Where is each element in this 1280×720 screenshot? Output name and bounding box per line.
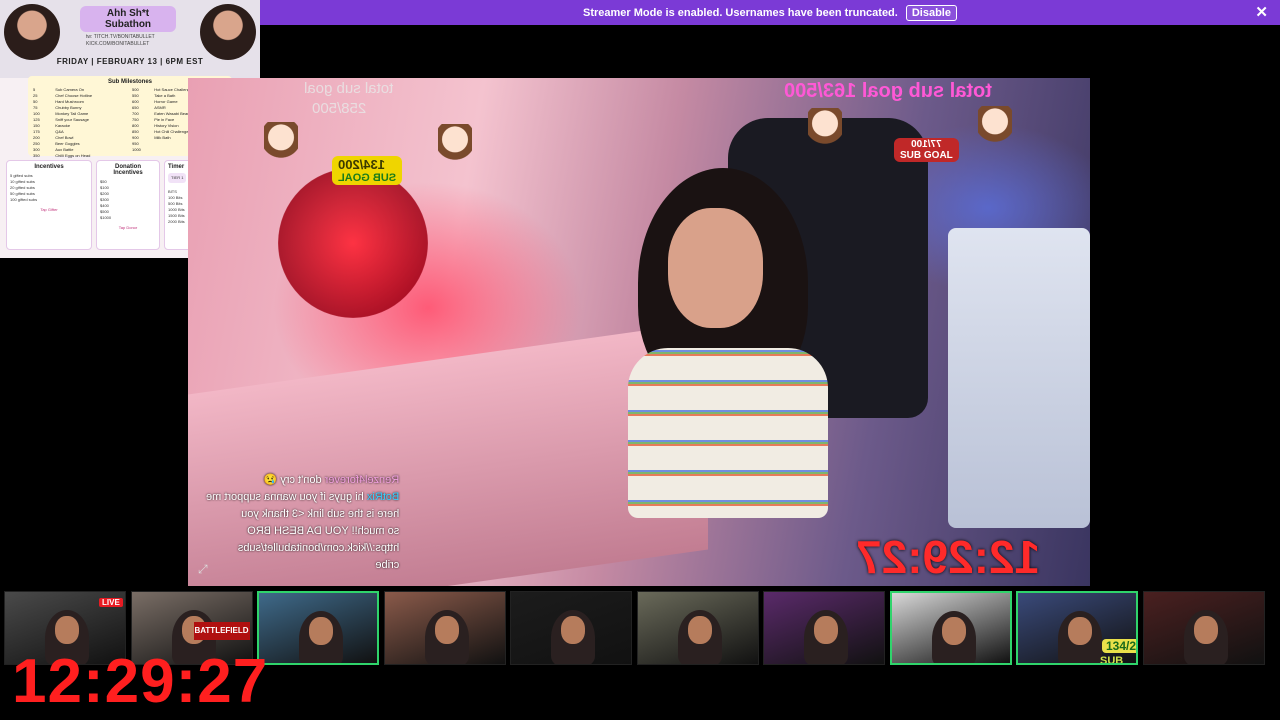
streamer-mode-message: Streamer Mode is enabled. Usernames have… [583,6,898,19]
donation-incentives-box: Donation Incentives $50 $100 $200 $300 $400 $… [96,160,160,250]
streamer-silhouette [1058,611,1102,663]
schedule-title: Ahh Sh*t Subathon [80,6,176,32]
avatar [4,4,60,60]
close-icon[interactable]: ✕ [1255,3,1268,21]
streamer-silhouette [424,610,469,664]
milestones-column: 500 550 600 650 700 750 800 850 900 950 1000 [132,87,150,171]
chat-message: BotRix hi guys if you wanna support me [206,489,399,506]
chat-text: cribe [375,559,400,571]
stream-thumbnail[interactable] [510,591,632,665]
avatar [200,4,256,60]
streamer-silhouette [551,610,595,664]
streamer-silhouette [931,611,976,663]
schedule-handles: tw: TITCH.TV/BONITABULLET KICK.COM/BONIT… [86,34,155,47]
chat-message: so much!! YOU DA BESH BRO [206,523,399,540]
streamer-silhouette [299,611,343,663]
stream-video[interactable]: total sub goal 258/500 total sub goal 16… [188,78,1090,586]
total-sub-goal-mirrored: total sub goal 258/500 [304,80,394,117]
chat-message: cribe [206,557,399,574]
chat-text: https://kick.com/bonitabullet/subs [237,542,400,554]
donation-item: $1000 [100,215,112,220]
chat-overlay: Renzel4forever don't cry 😢 BotRix hi guys… [206,472,399,574]
streamer-silhouette [1183,610,1228,664]
stream-thumbnail[interactable] [257,591,379,665]
chibi-sticker [264,122,298,166]
chat-username: Renzel4forever [321,474,400,486]
game-banner: BATTLEFIELD [193,622,250,640]
stream-thumbnail[interactable] [763,591,885,665]
timer-tier: TIER 1 [168,173,187,183]
schedule-header: Ahh Sh*t Subathon tw: TITCH.TV/BONITABUL… [0,0,260,78]
sub-goal-badge: 134/200 SUB GOAL [332,156,403,185]
incentive-item: 100 gifted subs [10,197,38,202]
streamer-silhouette [804,610,848,664]
chat-username: BotRix [363,491,400,503]
incentives-box: Incentives 5 gifted subs 10 gifted subs 20… [6,160,92,250]
chibi-sticker [808,108,842,152]
streamer-silhouette [677,610,722,664]
chat-message: https://kick.com/bonitabullet/subs [206,540,399,557]
schedule-date: FRIDAY | FEBRUARY 13 | 6PM EST [56,57,204,66]
stream-thumbnail[interactable] [889,591,1012,665]
sub-goal-badge: 134/200 [1102,639,1136,653]
chibi-sticker [978,106,1012,150]
decor-heart [278,168,428,318]
streamer-mode-banner: Streamer Mode is enabled. Usernames have… [260,0,1280,25]
stream-thumbnail[interactable]: 134/200 SUB GOAL [1016,591,1138,665]
chat-message: Renzel4forever don't cry 😢 [206,472,400,489]
streamer [598,168,888,586]
milestones-column: Sub Camera On Chef Choose Hotline Hard Mus… [55,87,128,171]
live-badge: LIVE [99,598,123,607]
chibi-sticker [438,124,472,168]
chat-text: hi guys if you wanna support me [206,491,364,503]
sub-goal-label: SUB GOAL [1100,655,1124,665]
milestone-count: 1000 [132,147,141,152]
stream-thumbnail[interactable] [636,591,759,665]
chat-message: here is the sub link <3 thank you [206,506,399,523]
total-sub-goal: total sub goal 163/500 [784,80,992,102]
stream-thumbnail[interactable] [1142,591,1265,665]
fullscreen-icon[interactable]: ⤢ [198,562,208,577]
chat-text: so much!! YOU DA BESH BRO [247,525,400,537]
milestones-column: 5255075100125150175200250300350400450 [33,87,51,171]
sub-goal-badge: 77/100 SUB GOAL [894,138,959,162]
disable-streamer-mode-button[interactable]: Disable [905,4,957,21]
bed [948,228,1090,528]
stream-thumbnail[interactable] [383,591,506,665]
stream-timer-mirrored: 12:29:27 [856,531,1041,583]
subathon-timer: 12:29:27 [12,647,269,716]
chat-text: here is the sub link <3 thank you [241,508,400,520]
chat-text: don't cry 😢 [263,474,322,486]
